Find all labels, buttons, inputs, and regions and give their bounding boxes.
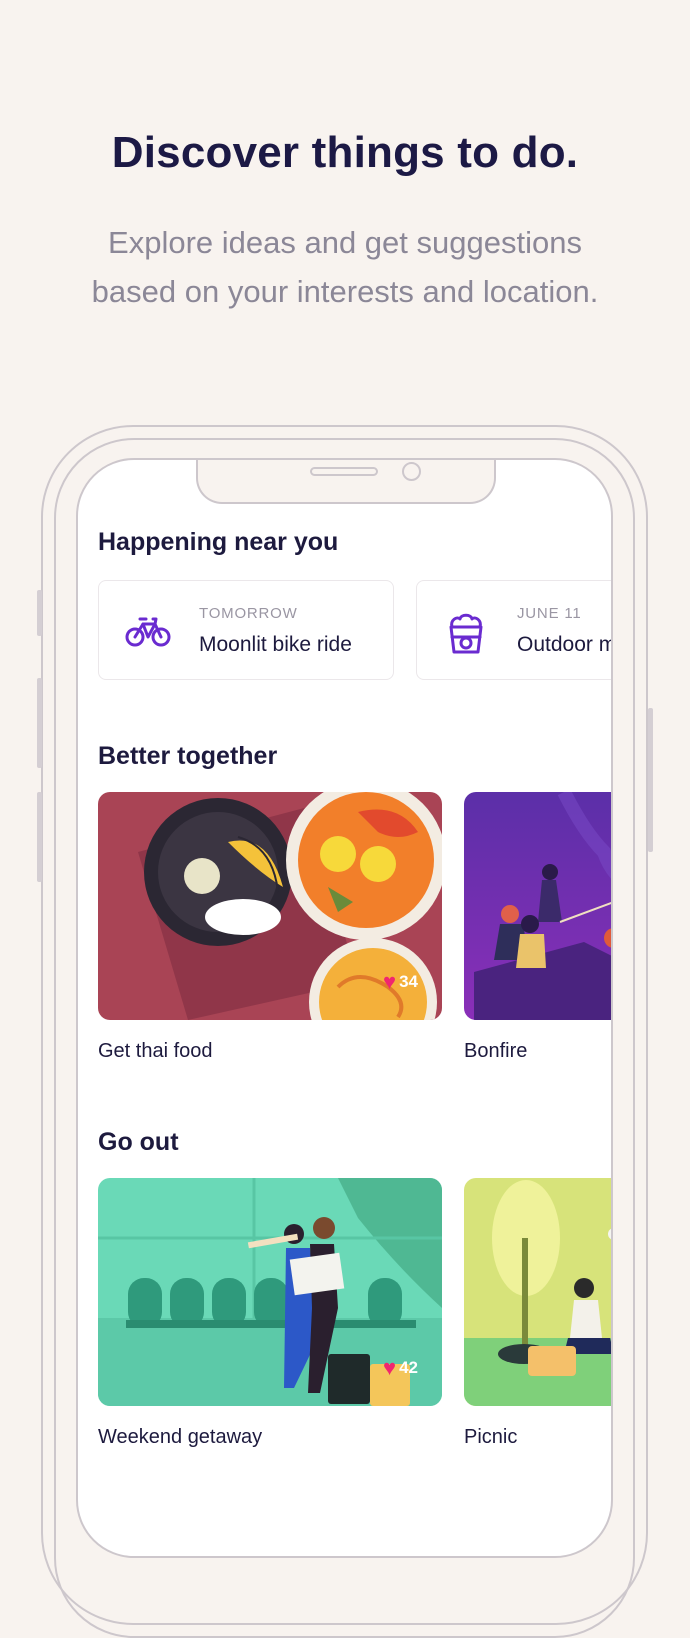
hero-title: Discover things to do. [111, 128, 579, 177]
activity-card-thai-food[interactable]: ♥ 34 [98, 792, 442, 1020]
likes-count: 34 [399, 972, 418, 991]
event-card-bike-ride[interactable]: TOMORROW Moonlit bike ride [98, 580, 394, 680]
card-label-weekend-getaway: Weekend getaway [98, 1426, 263, 1448]
card-label-thai-food: Get thai food [98, 1040, 213, 1062]
phone-power-button [648, 708, 653, 852]
hero-subtitle: Explore ideas and get suggestions based … [40, 218, 650, 316]
front-camera [402, 462, 421, 481]
bonfire-illustration [464, 792, 611, 1020]
heart-icon: ♥ [383, 969, 397, 994]
likes-count: 42 [399, 1358, 418, 1377]
phone-volume-up [37, 678, 42, 768]
popcorn-icon [443, 609, 489, 655]
speaker-grille [310, 467, 378, 476]
hero-subtitle-line-2: based on your interests and location. [91, 274, 599, 309]
section-title-happening: Happening near you [98, 528, 339, 556]
likes-badge: ♥ 42 [383, 1355, 418, 1381]
event-date: TOMORROW [199, 605, 298, 622]
phone-screen: Happening near you TOMORROW Moonlit bike… [76, 458, 613, 1558]
card-label-bonfire: Bonfire [464, 1040, 528, 1062]
event-name: Outdoor m [517, 633, 613, 656]
bicycle-icon [125, 609, 171, 655]
phone-mute-switch [37, 590, 42, 636]
hero-subtitle-line-1: Explore ideas and get suggestions [108, 225, 582, 260]
activity-card-picnic[interactable] [464, 1178, 611, 1406]
activity-card-weekend-getaway[interactable]: ♥ 42 [98, 1178, 442, 1406]
card-label-picnic: Picnic [464, 1426, 518, 1448]
section-title-go-out: Go out [98, 1128, 179, 1156]
event-name: Moonlit bike ride [199, 633, 352, 656]
phone-volume-down [37, 792, 42, 882]
heart-icon: ♥ [383, 1355, 397, 1380]
phone-notch [196, 460, 496, 504]
activity-card-bonfire[interactable] [464, 792, 611, 1020]
picnic-illustration [464, 1178, 611, 1406]
section-title-better-together: Better together [98, 742, 278, 770]
event-card-outdoor-movie[interactable]: JUNE 11 Outdoor m [416, 580, 613, 680]
event-date: JUNE 11 [517, 605, 582, 622]
likes-badge: ♥ 34 [383, 969, 418, 995]
